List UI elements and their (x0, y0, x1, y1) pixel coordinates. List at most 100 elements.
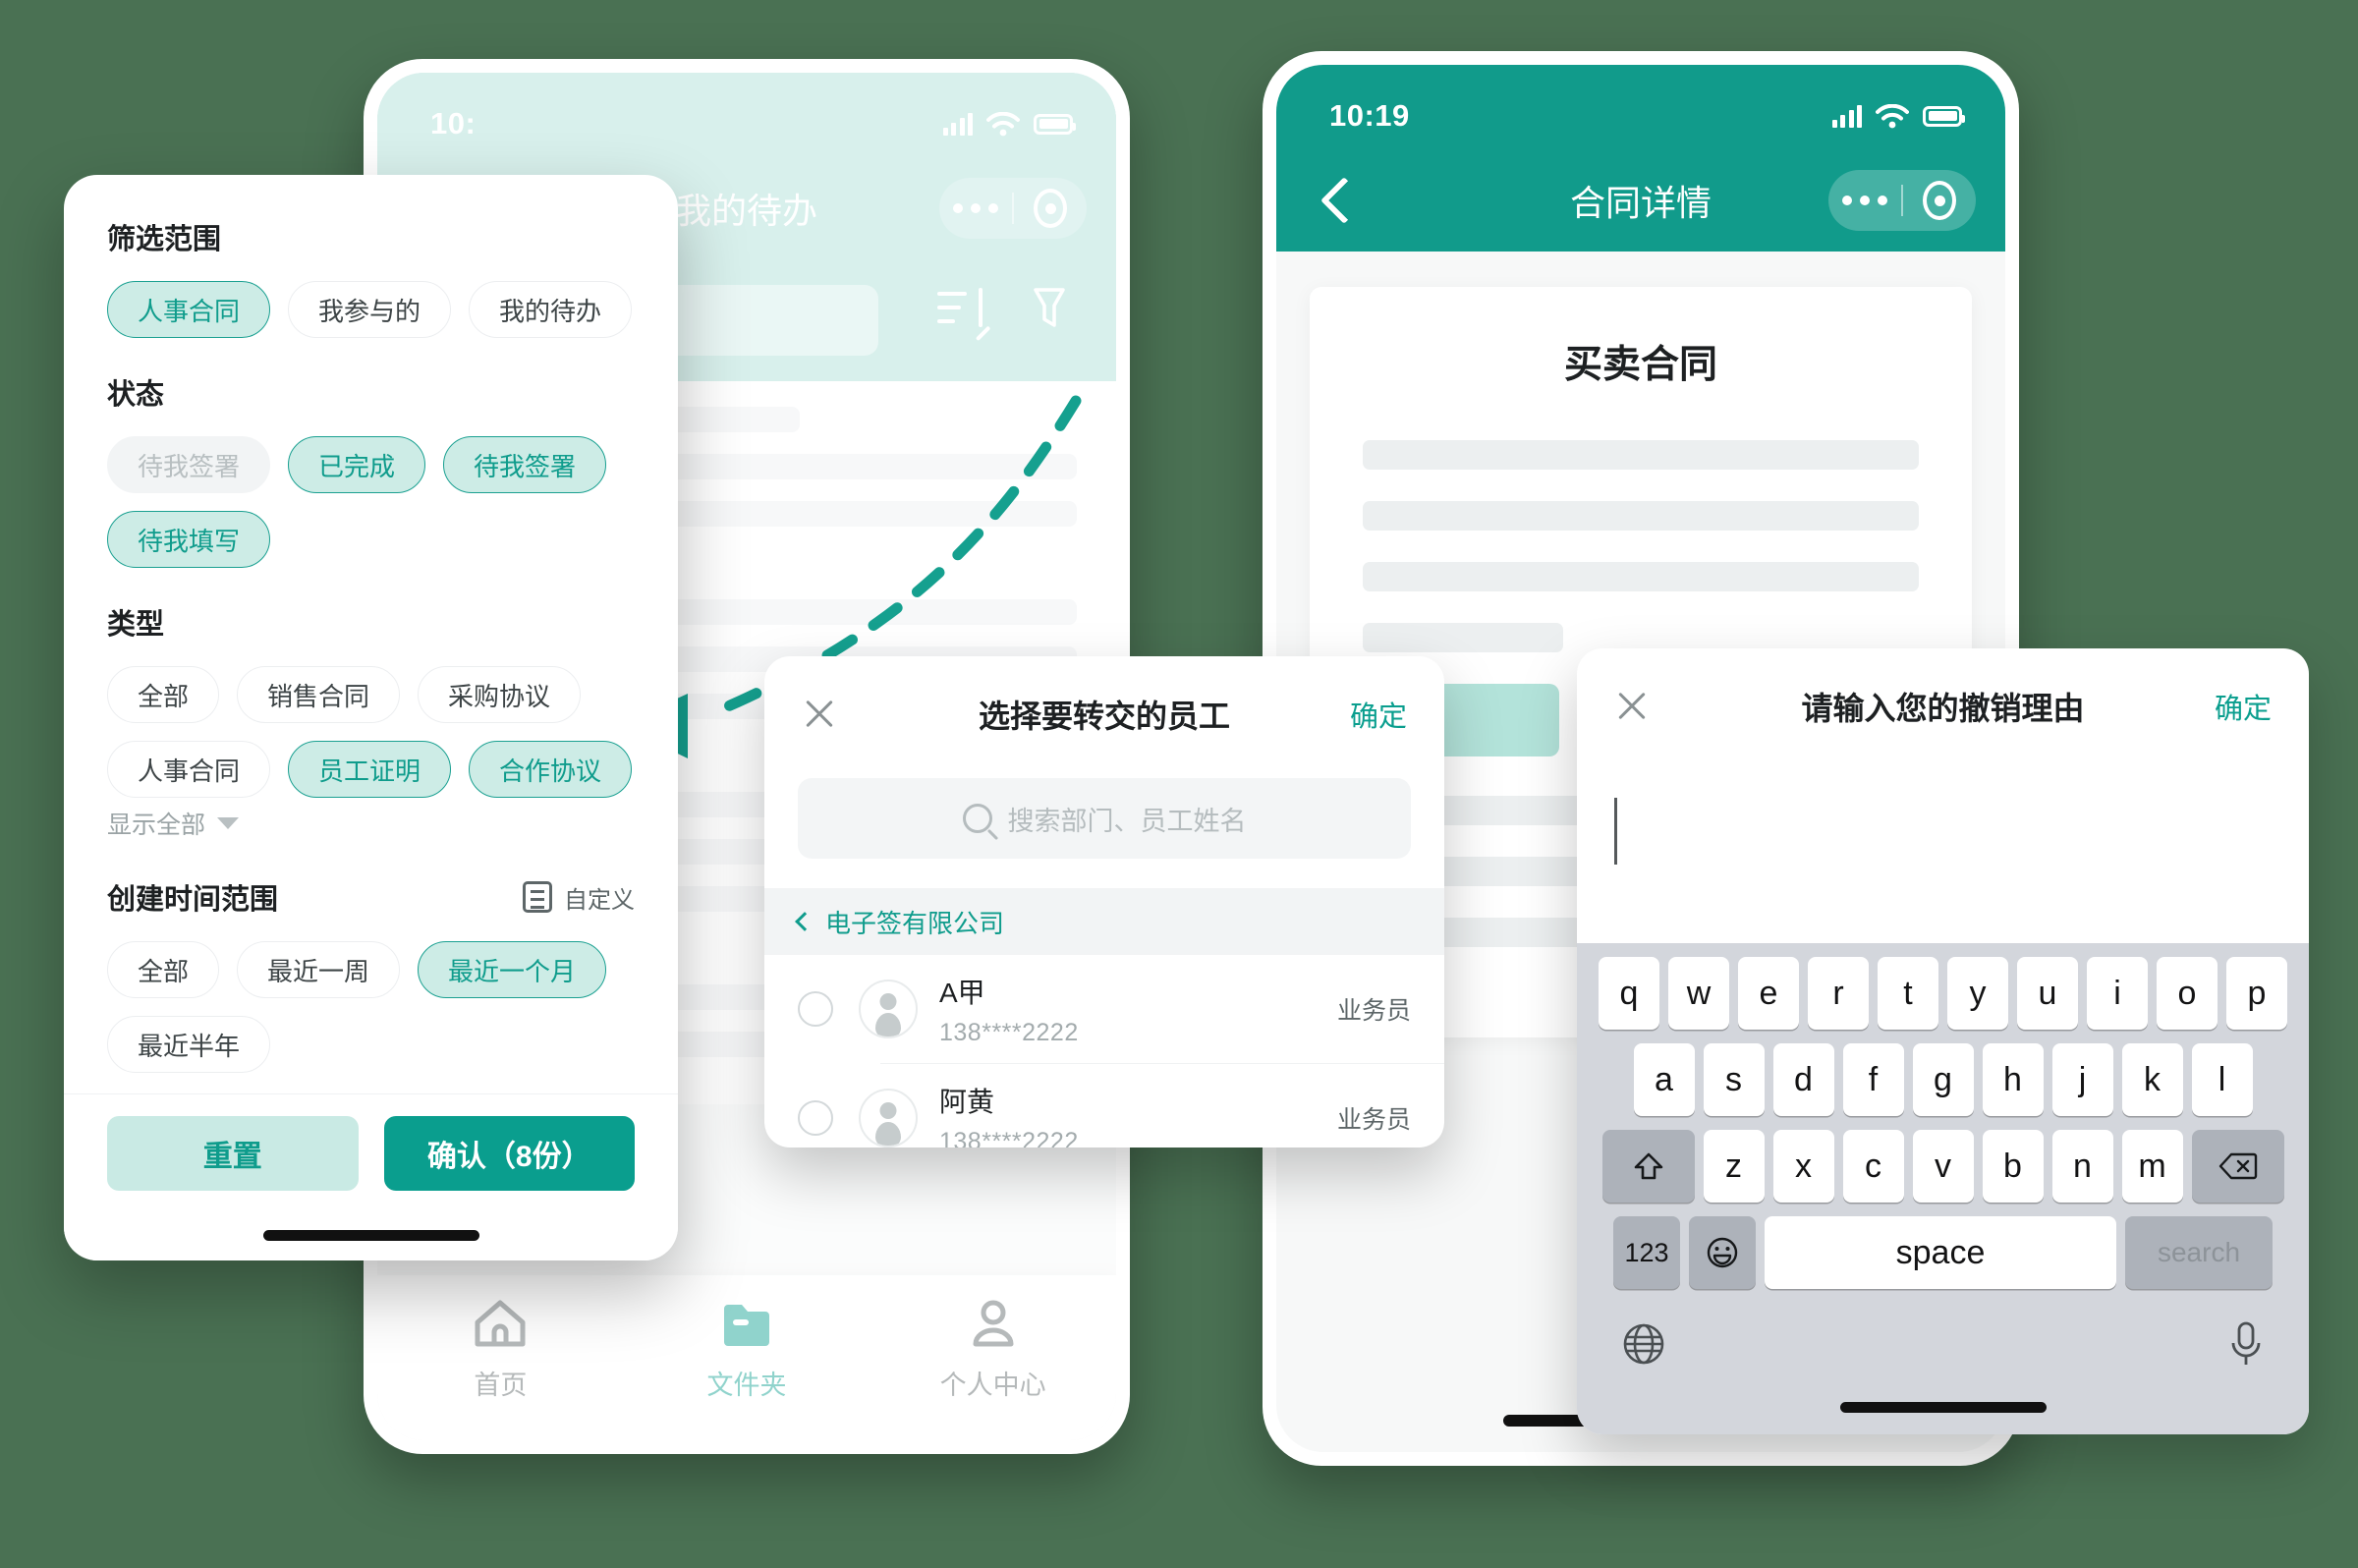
chip-type-3[interactable]: 人事合同 (107, 741, 271, 798)
chevron-left-icon (795, 912, 814, 931)
tab-profile[interactable]: 个人中心 (870, 1297, 1116, 1402)
backspace-icon[interactable] (2191, 1130, 2284, 1203)
chip-scope-0[interactable]: 人事合同 (107, 281, 271, 338)
filter-icon[interactable] (1022, 280, 1077, 335)
filter-sheet: 筛选范围 人事合同 我参与的 我的待办 状态 待我签署 已完成 待我签署 待我填… (64, 175, 678, 1260)
key-s[interactable]: s (1703, 1043, 1765, 1116)
reason-modal-header: 请输入您的撤销理由 确定 (1577, 648, 2309, 764)
key-j[interactable]: j (2051, 1043, 2113, 1116)
key-search[interactable]: search (2125, 1216, 2273, 1289)
calendar-icon (523, 881, 552, 913)
target-icon[interactable] (1903, 181, 1976, 220)
key-o[interactable]: o (2157, 957, 2218, 1030)
key-g[interactable]: g (1912, 1043, 1974, 1116)
emoji-icon[interactable] (1689, 1216, 1756, 1289)
key-e[interactable]: e (1738, 957, 1799, 1030)
section-title-type: 类型 (107, 609, 165, 641)
key-u[interactable]: u (2017, 957, 2078, 1030)
key-d[interactable]: d (1772, 1043, 1834, 1116)
home-indicator (262, 1230, 479, 1241)
avatar (859, 1089, 918, 1148)
chip-type-2[interactable]: 采购协议 (418, 666, 582, 723)
key-m[interactable]: m (2121, 1130, 2183, 1203)
key-numeric[interactable]: 123 (1613, 1216, 1680, 1289)
breadcrumb[interactable]: 电子签有限公司 (764, 888, 1444, 955)
show-all-label: 显示全部 (107, 812, 206, 839)
key-v[interactable]: v (1912, 1130, 1974, 1203)
key-i[interactable]: i (2087, 957, 2148, 1030)
key-h[interactable]: h (1982, 1043, 2044, 1116)
key-t[interactable]: t (1878, 957, 1938, 1030)
keyboard-row-4: 123 space search (1585, 1216, 2301, 1289)
chip-type-0[interactable]: 全部 (107, 666, 220, 723)
key-n[interactable]: n (2051, 1130, 2113, 1203)
reason-textarea[interactable] (1577, 798, 2309, 865)
chip-status-1[interactable]: 已完成 (288, 436, 426, 493)
chip-time-2[interactable]: 最近一个月 (418, 941, 607, 998)
tab-folder[interactable]: 文件夹 (624, 1297, 870, 1402)
key-y[interactable]: y (1947, 957, 2008, 1030)
target-icon[interactable] (1014, 189, 1087, 228)
mini-program-capsule[interactable] (1828, 170, 1976, 231)
document-placeholder-line (1363, 562, 1919, 591)
contract-navbar: 合同详情 (1276, 149, 2005, 252)
chip-type-5[interactable]: 合作协议 (469, 741, 633, 798)
chip-status-3[interactable]: 待我填写 (107, 511, 271, 568)
key-b[interactable]: b (1982, 1130, 2044, 1203)
sort-icon[interactable] (937, 280, 992, 335)
key-z[interactable]: z (1703, 1130, 1765, 1203)
chip-scope-2[interactable]: 我的待办 (469, 281, 633, 338)
key-f[interactable]: f (1842, 1043, 1904, 1116)
list-item[interactable]: 阿黄 138****2222 业务员 (764, 1064, 1444, 1148)
key-w[interactable]: w (1668, 957, 1729, 1030)
chip-status-0: 待我签署 (107, 436, 271, 493)
mic-icon[interactable] (2224, 1318, 2268, 1374)
chip-scope-1[interactable]: 我参与的 (288, 281, 452, 338)
key-r[interactable]: r (1808, 957, 1869, 1030)
signal-icon (942, 112, 973, 136)
contract-status-bar: 10:19 (1276, 65, 2005, 149)
transfer-modal-title: 选择要转交的员工 (978, 699, 1230, 734)
key-p[interactable]: p (2226, 957, 2287, 1030)
key-q[interactable]: q (1599, 957, 1659, 1030)
key-c[interactable]: c (1842, 1130, 1904, 1203)
reason-modal-title: 请输入您的撤销理由 (1801, 691, 2085, 726)
show-all-toggle[interactable]: 显示全部 (107, 806, 635, 841)
employee-search-input[interactable]: 搜索部门、员工姓名 (798, 778, 1411, 859)
key-space[interactable]: space (1765, 1216, 2116, 1289)
key-x[interactable]: x (1772, 1130, 1834, 1203)
chip-type-1[interactable]: 销售合同 (237, 666, 401, 723)
time-chip-group: 全部 最近一周 最近一个月 最近半年 (107, 941, 635, 1073)
contract-header: 10:19 合同详情 (1276, 65, 2005, 252)
status-time: 10: (430, 106, 477, 140)
custom-date-button[interactable]: 自定义 (523, 880, 635, 915)
filter-sheet-footer: 重置 确认（8份） (64, 1093, 678, 1260)
globe-icon[interactable] (1618, 1318, 1669, 1374)
chip-status-2[interactable]: 待我签署 (443, 436, 607, 493)
reset-button[interactable]: 重置 (107, 1116, 359, 1191)
chip-type-4[interactable]: 员工证明 (288, 741, 452, 798)
list-item[interactable]: A甲 138****2222 业务员 (764, 955, 1444, 1063)
reason-confirm-button[interactable]: 确定 (2215, 686, 2272, 727)
keyboard-row-2: a s d f g h j k l (1585, 1043, 2301, 1116)
key-k[interactable]: k (2121, 1043, 2183, 1116)
chip-time-0[interactable]: 全部 (107, 941, 220, 998)
more-dots-icon[interactable] (1828, 196, 1901, 205)
employee-radio[interactable] (798, 991, 833, 1027)
chip-time-3[interactable]: 最近半年 (107, 1016, 271, 1073)
mini-program-capsule[interactable] (939, 178, 1087, 239)
key-a[interactable]: a (1633, 1043, 1695, 1116)
tab-home[interactable]: 首页 (377, 1297, 624, 1402)
confirm-button[interactable]: 确认（8份） (383, 1116, 635, 1191)
text-cursor (1614, 798, 1617, 865)
employee-info: A甲 138****2222 (939, 972, 1337, 1047)
more-dots-icon[interactable] (939, 203, 1012, 213)
status-icons (942, 111, 1076, 137)
employee-radio[interactable] (798, 1100, 833, 1136)
shift-icon[interactable] (1601, 1130, 1695, 1203)
time-range-header: 创建时间范围 自定义 (107, 876, 635, 918)
chip-time-1[interactable]: 最近一周 (237, 941, 401, 998)
key-l[interactable]: l (2191, 1043, 2253, 1116)
transfer-confirm-button[interactable]: 确定 (1350, 694, 1407, 735)
employee-info: 阿黄 138****2222 (939, 1081, 1337, 1148)
